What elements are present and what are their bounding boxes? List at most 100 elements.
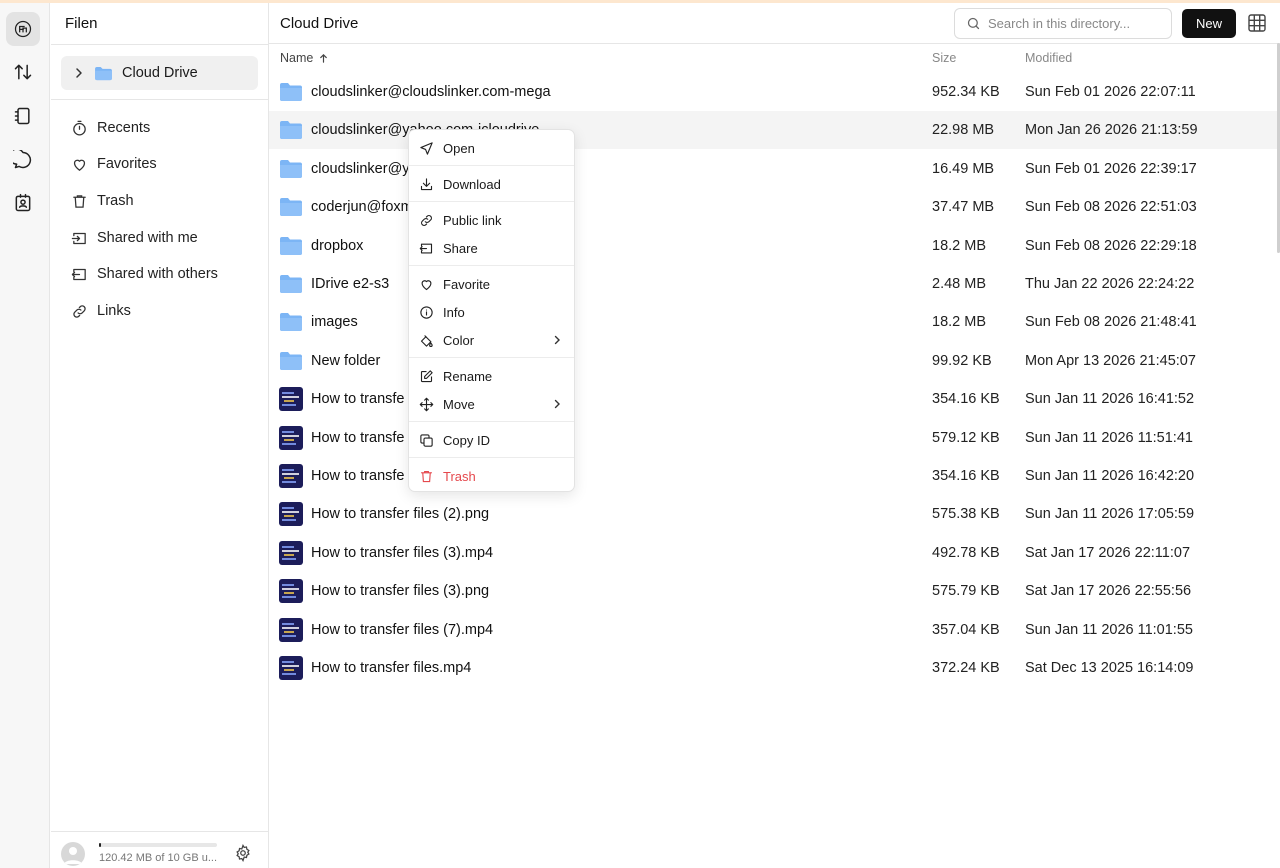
menu-item-copy-id[interactable]: Copy ID bbox=[409, 426, 574, 454]
menu-item-label: Rename bbox=[443, 368, 493, 384]
sidebar-item-shared-with-others[interactable]: Shared with others bbox=[71, 262, 218, 286]
file-size: 354.16 KB bbox=[932, 468, 1000, 484]
menu-item-share[interactable]: Share bbox=[409, 234, 574, 262]
file-name: How to transfer files.mp4 bbox=[311, 660, 472, 676]
drive-logo-icon[interactable] bbox=[6, 12, 40, 46]
storage-quota-text: 120.42 MB of 10 GB u... bbox=[99, 852, 218, 864]
column-header-size[interactable]: Size bbox=[932, 51, 956, 65]
menu-divider bbox=[409, 421, 574, 422]
share-icon bbox=[419, 243, 433, 253]
menu-item-color[interactable]: Color bbox=[409, 326, 574, 354]
file-row[interactable]: How to transfer files (3).png 575.79 KB Sa… bbox=[269, 572, 1280, 610]
new-button[interactable]: New bbox=[1182, 9, 1236, 38]
breadcrumb[interactable]: Cloud Drive bbox=[280, 15, 358, 32]
sidebar-item-recents[interactable]: Recents bbox=[71, 116, 150, 140]
trash-icon bbox=[420, 470, 433, 482]
copy-icon bbox=[420, 433, 433, 447]
chevron-right-icon bbox=[554, 335, 560, 345]
file-size: 575.38 KB bbox=[932, 506, 1000, 523]
column-header-label: Name bbox=[280, 51, 314, 65]
menu-item-label: Trash bbox=[443, 468, 476, 484]
contacts-icon[interactable] bbox=[6, 186, 40, 220]
file-modified: Sun Jan 11 2026 16:42:20 bbox=[1025, 468, 1195, 484]
divider bbox=[51, 99, 269, 100]
menu-item-label: Download bbox=[443, 176, 501, 192]
folder-icon bbox=[279, 310, 303, 334]
file-size: 18.2 MB bbox=[932, 314, 986, 331]
menu-item-label: Info bbox=[443, 304, 465, 320]
sidebar-item-links[interactable]: Links bbox=[71, 299, 131, 323]
file-row[interactable]: How to transfer files (2).png 575.38 KB Su… bbox=[269, 495, 1280, 533]
file-name: New folder bbox=[311, 352, 381, 369]
sidebar-item-shared-with-me[interactable]: Shared with me bbox=[71, 226, 198, 250]
menu-item-trash[interactable]: Trash bbox=[409, 462, 574, 490]
file-name: coderjun@foxm bbox=[311, 199, 413, 216]
search-input[interactable] bbox=[988, 16, 1168, 31]
download-icon bbox=[420, 177, 433, 190]
file-name: How to transfer files (3).png bbox=[311, 583, 490, 600]
file-row[interactable]: How to transfer files (3).mp4 492.78 KB Sa… bbox=[269, 534, 1280, 572]
menu-item-public-link[interactable]: Public link bbox=[409, 206, 574, 234]
folder-icon bbox=[279, 272, 303, 296]
file-row[interactable]: How to transfer files.mp4 372.24 KB Sat De… bbox=[269, 649, 1280, 687]
file-size: 22.98 MB bbox=[932, 122, 995, 139]
notes-icon[interactable] bbox=[6, 99, 40, 133]
folder-icon bbox=[279, 195, 303, 219]
file-name: dropbox bbox=[311, 237, 364, 254]
file-size: 2.48 MB bbox=[932, 276, 986, 292]
sidebar-item-label: Favorites bbox=[97, 156, 157, 172]
transfers-icon[interactable] bbox=[6, 55, 40, 89]
gear-icon[interactable] bbox=[234, 844, 252, 862]
file-size: 357.04 KB bbox=[932, 621, 1000, 638]
heart-icon bbox=[421, 279, 432, 290]
chat-icon[interactable] bbox=[6, 143, 40, 177]
avatar[interactable] bbox=[61, 842, 85, 866]
trash-icon bbox=[73, 194, 86, 208]
menu-item-move[interactable]: Move bbox=[409, 390, 574, 418]
menu-item-open[interactable]: Open bbox=[409, 134, 574, 162]
menu-item-label: Favorite bbox=[443, 276, 490, 292]
file-modified: Sun Feb 08 2026 22:29:18 bbox=[1025, 237, 1197, 254]
column-header-name[interactable]: Name bbox=[280, 51, 329, 65]
sidebar-item-favorites[interactable]: Favorites bbox=[71, 152, 157, 176]
menu-item-label: Move bbox=[443, 396, 475, 412]
file-name: cloudslinker@y bbox=[311, 160, 410, 177]
menu-item-rename[interactable]: Rename bbox=[409, 362, 574, 390]
sidebar-item-label: Shared with me bbox=[97, 230, 198, 246]
sidebar-item-trash[interactable]: Trash bbox=[71, 189, 134, 213]
file-modified: Mon Jan 26 2026 21:13:59 bbox=[1025, 122, 1198, 139]
navigation-arrow-icon bbox=[420, 141, 433, 155]
file-name: cloudslinker@cloudslinker.com-mega bbox=[311, 84, 551, 100]
folder-icon bbox=[279, 80, 303, 104]
file-modified: Sat Dec 13 2025 16:14:09 bbox=[1025, 660, 1194, 676]
file-row[interactable]: How to transfer files (7).mp4 357.04 KB Su… bbox=[269, 611, 1280, 649]
sidebar-footer: 120.42 MB of 10 GB u... bbox=[51, 831, 269, 868]
folder-row[interactable]: cloudslinker@cloudslinker.com-mega 952.34… bbox=[269, 73, 1280, 111]
menu-item-download[interactable]: Download bbox=[409, 170, 574, 198]
menu-item-label: Color bbox=[443, 332, 475, 348]
tree-item-cloud-drive[interactable]: Cloud Drive bbox=[61, 56, 258, 90]
search-box[interactable] bbox=[954, 8, 1172, 39]
file-modified: Sun Jan 11 2026 17:05:59 bbox=[1025, 506, 1195, 523]
file-modified: Sat Jan 17 2026 22:55:56 bbox=[1025, 583, 1192, 600]
column-header-modified[interactable]: Modified bbox=[1025, 51, 1072, 65]
heart-icon bbox=[73, 159, 86, 171]
folder-icon bbox=[279, 118, 303, 142]
paint-bucket-icon bbox=[420, 334, 433, 347]
menu-divider bbox=[409, 201, 574, 202]
menu-item-info[interactable]: Info bbox=[409, 298, 574, 326]
sidebar: Filen Cloud Drive Recents Favorites Tras… bbox=[51, 3, 269, 868]
storage-quota-fill bbox=[99, 843, 102, 847]
icon-rail bbox=[0, 3, 50, 868]
shared-out-icon bbox=[71, 268, 86, 280]
file-size: 16.49 MB bbox=[932, 160, 995, 177]
menu-item-favorite[interactable]: Favorite bbox=[409, 270, 574, 298]
menu-item-label: Copy ID bbox=[443, 432, 490, 448]
file-modified: Mon Apr 13 2026 21:45:07 bbox=[1025, 352, 1196, 369]
file-name: How to transfe bbox=[311, 391, 405, 408]
file-size: 492.78 KB bbox=[932, 544, 1000, 561]
media-thumbnail-icon bbox=[279, 464, 303, 488]
chevron-right-icon[interactable] bbox=[73, 67, 85, 79]
grid-view-icon[interactable] bbox=[1248, 14, 1266, 32]
file-size: 952.34 KB bbox=[932, 84, 1000, 100]
